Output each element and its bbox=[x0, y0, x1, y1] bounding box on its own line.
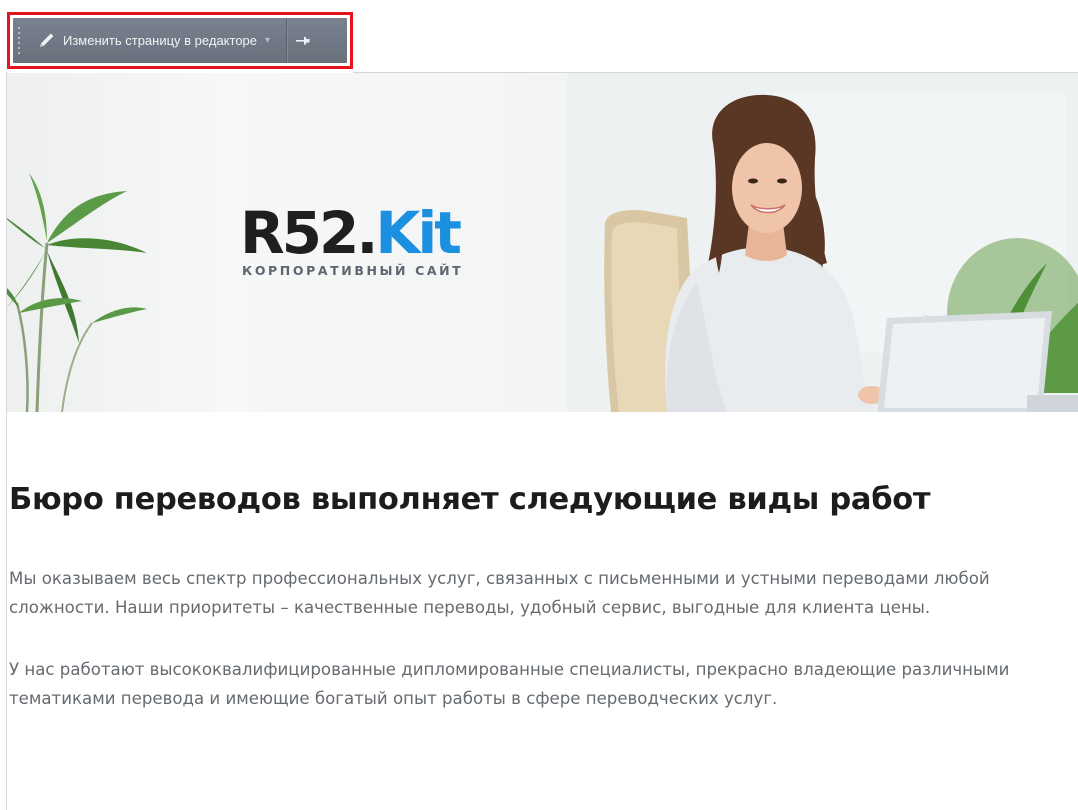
toolbar-highlight-frame: Изменить страницу в редакторе ▾ bbox=[7, 12, 353, 69]
hero-illustration bbox=[7, 73, 1078, 412]
pin-toolbar-button[interactable] bbox=[287, 18, 319, 63]
palm-plant-left bbox=[7, 173, 147, 412]
logo-wordmark: R52.Kit bbox=[240, 199, 462, 267]
hero-banner: R52.Kit КОРПОРАТИВНЫЙ САЙТ bbox=[7, 73, 1078, 412]
specialists-paragraph: У нас работают высококвалифицированные д… bbox=[9, 660, 1010, 708]
brand-logo: R52.Kit КОРПОРАТИВНЫЙ САЙТ bbox=[240, 203, 463, 278]
intro-paragraph: Мы оказываем весь спектр профессиональны… bbox=[9, 569, 990, 617]
pin-icon bbox=[296, 36, 310, 45]
drag-handle[interactable] bbox=[13, 18, 25, 63]
logo-tagline: КОРПОРАТИВНЫЙ САЙТ bbox=[242, 263, 464, 278]
main-content: Бюро переводов выполняет следующие виды … bbox=[9, 478, 1069, 713]
edit-toolbar: Изменить страницу в редакторе ▾ bbox=[13, 18, 347, 63]
edit-button-label: Изменить страницу в редакторе bbox=[63, 33, 258, 48]
chevron-down-icon[interactable]: ▾ bbox=[265, 35, 270, 46]
edit-page-in-editor-button[interactable]: Изменить страницу в редакторе ▾ bbox=[25, 18, 280, 63]
page-title: Бюро переводов выполняет следующие виды … bbox=[9, 482, 931, 517]
pencil-icon bbox=[40, 33, 54, 47]
